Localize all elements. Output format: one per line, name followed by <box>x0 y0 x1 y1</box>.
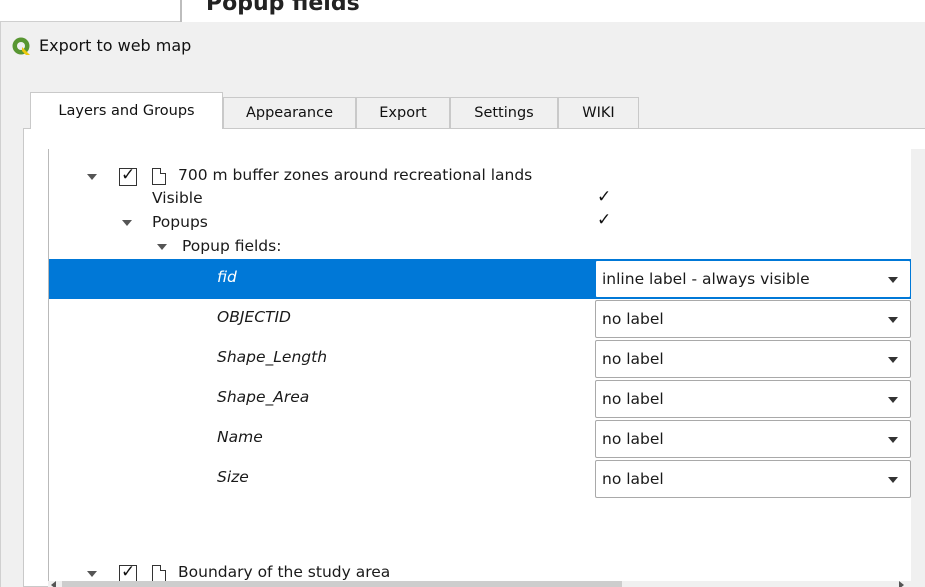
background-window: Popup fields <box>0 0 925 22</box>
layer-icon <box>152 168 166 185</box>
layer-name: 700 m buffer zones around recreational l… <box>178 166 533 184</box>
visible-row[interactable]: Visible ✓ <box>49 185 911 211</box>
dropdown-arrow-icon <box>888 357 898 363</box>
label-option-select[interactable]: no label <box>595 340 911 378</box>
popup-fields-label: Popup fields: <box>182 237 282 255</box>
field-name: Name <box>217 428 263 446</box>
scroll-right-icon[interactable] <box>899 581 904 587</box>
field-name: Shape_Length <box>217 348 328 366</box>
vertical-scrollbar[interactable] <box>911 149 925 587</box>
field-row-shape-length[interactable]: Shape_Length no label <box>49 339 911 379</box>
layer-checkbox[interactable]: ✓ <box>119 165 137 186</box>
layer-tree[interactable]: ✓ 700 m buffer zones around recreational… <box>48 149 925 587</box>
field-row-name[interactable]: Name no label <box>49 419 911 459</box>
checkmark-icon: ✓ <box>121 165 136 185</box>
scroll-thumb[interactable] <box>62 581 622 587</box>
field-name: fid <box>217 268 237 286</box>
checkmark-icon: ✓ <box>597 187 612 207</box>
background-title: Popup fields <box>206 0 360 16</box>
field-row-objectid[interactable]: OBJECTID no label <box>49 299 911 339</box>
scroll-left-icon[interactable] <box>51 581 56 587</box>
qgis-logo-icon <box>12 37 30 55</box>
expand-arrow-icon[interactable] <box>157 244 167 250</box>
field-row-size[interactable]: Size no label <box>49 459 911 499</box>
expand-arrow-icon[interactable] <box>87 571 97 577</box>
export-dialog: Export to web map Layers and Groups Appe… <box>0 22 925 587</box>
field-name: Size <box>217 468 249 486</box>
field-row-shape-area[interactable]: Shape_Area no label <box>49 379 911 419</box>
popups-checkbox[interactable]: ✓ <box>596 210 614 232</box>
background-panel: Popup fields <box>180 0 925 22</box>
tab-export[interactable]: Export <box>356 97 450 128</box>
popup-fields-row[interactable]: Popup fields: <box>49 233 911 259</box>
label-option-select[interactable]: no label <box>595 380 911 418</box>
label-option-select[interactable]: no label <box>595 420 911 458</box>
expand-arrow-icon[interactable] <box>87 174 97 180</box>
dropdown-arrow-icon <box>888 317 898 323</box>
expand-arrow-icon[interactable] <box>122 220 132 226</box>
visible-label: Visible <box>152 189 203 207</box>
tab-appearance[interactable]: Appearance <box>223 97 356 128</box>
tab-wiki[interactable]: WIKI <box>558 97 639 128</box>
field-name: OBJECTID <box>217 308 291 326</box>
popups-label: Popups <box>152 213 208 231</box>
visible-checkbox[interactable]: ✓ <box>596 187 614 209</box>
tab-layers-and-groups[interactable]: Layers and Groups <box>30 92 223 129</box>
layer-name: Boundary of the study area <box>178 563 391 581</box>
layers-pane: ✓ 700 m buffer zones around recreational… <box>23 128 925 587</box>
tab-settings[interactable]: Settings <box>450 97 558 128</box>
title-bar: Export to web map <box>1 22 925 72</box>
checkmark-icon: ✓ <box>121 562 136 582</box>
layer-icon <box>152 565 166 582</box>
popups-row[interactable]: Popups ✓ <box>49 209 911 235</box>
label-option-select[interactable]: no label <box>595 460 911 498</box>
dropdown-arrow-icon <box>888 437 898 443</box>
label-option-select[interactable]: no label <box>595 300 911 338</box>
field-row-fid[interactable]: fid inline label - always visible <box>49 259 911 299</box>
dropdown-arrow-icon <box>888 477 898 483</box>
dropdown-arrow-icon <box>888 277 898 283</box>
horizontal-scrollbar[interactable] <box>48 581 911 587</box>
checkmark-icon: ✓ <box>597 210 612 230</box>
window-title: Export to web map <box>39 36 192 55</box>
dropdown-arrow-icon <box>888 397 898 403</box>
field-name: Shape_Area <box>217 388 310 406</box>
label-option-select[interactable]: inline label - always visible <box>595 260 911 298</box>
